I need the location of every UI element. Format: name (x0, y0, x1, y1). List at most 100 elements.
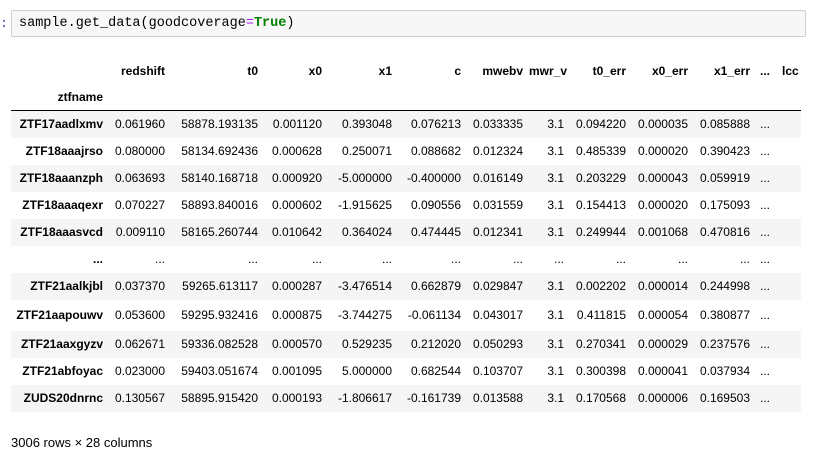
table-body: ZTF17aadlxmv 0.061960 58878.193135 0.001120… (11, 110, 801, 412)
table-cell: 3.1 (547, 171, 564, 185)
table-cell: 0.364024 (341, 225, 392, 239)
table-cell: 0.170568 (575, 391, 626, 405)
table-cell: 5.000000 (341, 364, 392, 378)
index-name-filler (109, 84, 171, 111)
cell-prompt: : (0, 16, 8, 31)
table-cell: 0.154413 (575, 198, 626, 212)
table-cell: ... (553, 252, 564, 266)
table-cell: 0.300398 (575, 364, 626, 378)
table-cell: 0.033335 (472, 117, 523, 132)
table-cell: 59265.613117 (182, 279, 258, 293)
table-cell: 58134.692436 (181, 144, 258, 158)
table-cell: 0.000570 (271, 337, 322, 351)
table-cell: 0.270341 (575, 337, 626, 351)
table-cell: ... (381, 252, 392, 266)
column-header: ... (760, 63, 771, 78)
table-cell: 0.010642 (271, 225, 322, 239)
table-cell: 0.529235 (341, 337, 392, 351)
table-cell: 59403.051674 (181, 364, 258, 378)
table-cell: ... (247, 252, 258, 266)
row-index: ZTF17aadlxmv (19, 117, 103, 132)
table-cell-empty (780, 192, 801, 219)
table-cell: 0.029847 (472, 279, 523, 293)
table-cell: 0.062671 (114, 337, 165, 351)
table-cell: 0.000041 (637, 364, 688, 378)
table-cell: 0.244998 (699, 279, 750, 293)
table-cell: 58893.840016 (181, 198, 258, 212)
table-row: ZTF18aaasvcd 0.009110 58165.260744 0.010642… (11, 218, 801, 246)
table-cell: 0.000035 (637, 117, 688, 132)
table-cell: ... (760, 144, 771, 158)
table-cell: 0.237576 (699, 337, 750, 351)
table-cell: 0.037934 (699, 364, 750, 378)
table-cell-empty (780, 246, 801, 273)
column-header: redshift (120, 63, 165, 78)
column-header: x0_err (651, 63, 688, 78)
table-cell: ... (760, 225, 771, 239)
table-cell: 0.037370 (114, 279, 165, 293)
table-cell: 3.1 (547, 117, 564, 132)
column-header: t0_err (592, 63, 626, 78)
table-cell: 0.053600 (114, 308, 165, 322)
table-cell: ... (677, 252, 688, 266)
column-header: t0 (247, 63, 258, 78)
table-cell: 0.070227 (114, 198, 165, 212)
table-cell: 0.090556 (410, 198, 461, 212)
table-row: ZTF18aaajrso 0.080000 58134.692436 0.000628… (11, 138, 801, 165)
table-cell-empty (780, 111, 801, 138)
table-cell: 0.390423 (699, 144, 750, 158)
column-header: mwebv (482, 63, 523, 78)
table-cell: 0.000193 (271, 391, 322, 405)
table-cell: 0.169503 (699, 391, 750, 405)
column-header-row: redshift t0 x0 x1 c mwebv mwr_v t0_err x0_err x1_… (11, 57, 801, 84)
table-cell: 0.012324 (472, 144, 523, 158)
table-cell: 58878.193135 (181, 117, 258, 132)
table-cell-empty (780, 300, 801, 331)
row-index: ZTF21abfoyac (22, 364, 103, 378)
table-cell: 59336.082528 (181, 337, 258, 351)
table-cell: ... (760, 391, 771, 405)
table-cell: 0.249944 (575, 225, 626, 239)
table-cell: 59295.932416 (181, 308, 258, 322)
index-name-filler (632, 84, 694, 111)
row-index: ZTF18aaaqexr (22, 198, 103, 212)
column-header: lcc (782, 63, 799, 78)
code-suffix: ) (286, 16, 295, 31)
column-header: x0 (308, 63, 322, 78)
table-cell: ... (760, 198, 771, 212)
row-index: ZTF18aaanzph (19, 171, 103, 185)
table-cell: 0.380877 (699, 308, 750, 322)
index-name-filler (570, 84, 632, 111)
index-name-filler (780, 84, 801, 111)
table-cell: ... (760, 117, 771, 132)
row-index: ZTF21aalkjbl (30, 279, 103, 293)
table-cell: 0.000287 (271, 279, 322, 293)
dataframe-shape-footer: 3006 rows × 28 columns (11, 435, 153, 450)
table-row: ZTF18aaaqexr 0.070227 58893.840016 0.000602… (11, 192, 801, 219)
table-cell: 0.000029 (637, 337, 688, 351)
table-cell: 58140.168718 (181, 171, 258, 185)
table-cell: ... (615, 252, 626, 266)
code-kwarg: goodcoverage (148, 16, 246, 31)
row-index: ZTF21aaxgyzv (20, 337, 103, 351)
code-cell-input[interactable]: sample.get_data(goodcoverage=True) (11, 10, 806, 37)
table-cell: 0.000043 (637, 171, 688, 185)
table-cell: ... (311, 252, 322, 266)
table-cell-empty (780, 219, 801, 246)
table-cell: 0.000920 (271, 171, 322, 185)
table-cell: ... (760, 171, 771, 185)
table-cell: 0.662879 (410, 279, 461, 293)
table-cell: -1.915625 (337, 198, 392, 212)
table-cell: ... (760, 279, 771, 293)
table-cell: 0.012341 (472, 225, 523, 239)
index-name-filler (756, 84, 780, 111)
table-cell: 0.470816 (699, 225, 750, 239)
table-cell: 3.1 (547, 337, 564, 351)
row-index: ... (92, 252, 103, 266)
table-cell: 0.000875 (271, 308, 322, 322)
table-cell: 0.250071 (341, 144, 392, 158)
index-name-filler (264, 84, 328, 111)
table-cell: 0.000014 (637, 279, 688, 293)
index-name: ztfname (11, 84, 109, 111)
table-cell: 0.103707 (472, 364, 523, 378)
